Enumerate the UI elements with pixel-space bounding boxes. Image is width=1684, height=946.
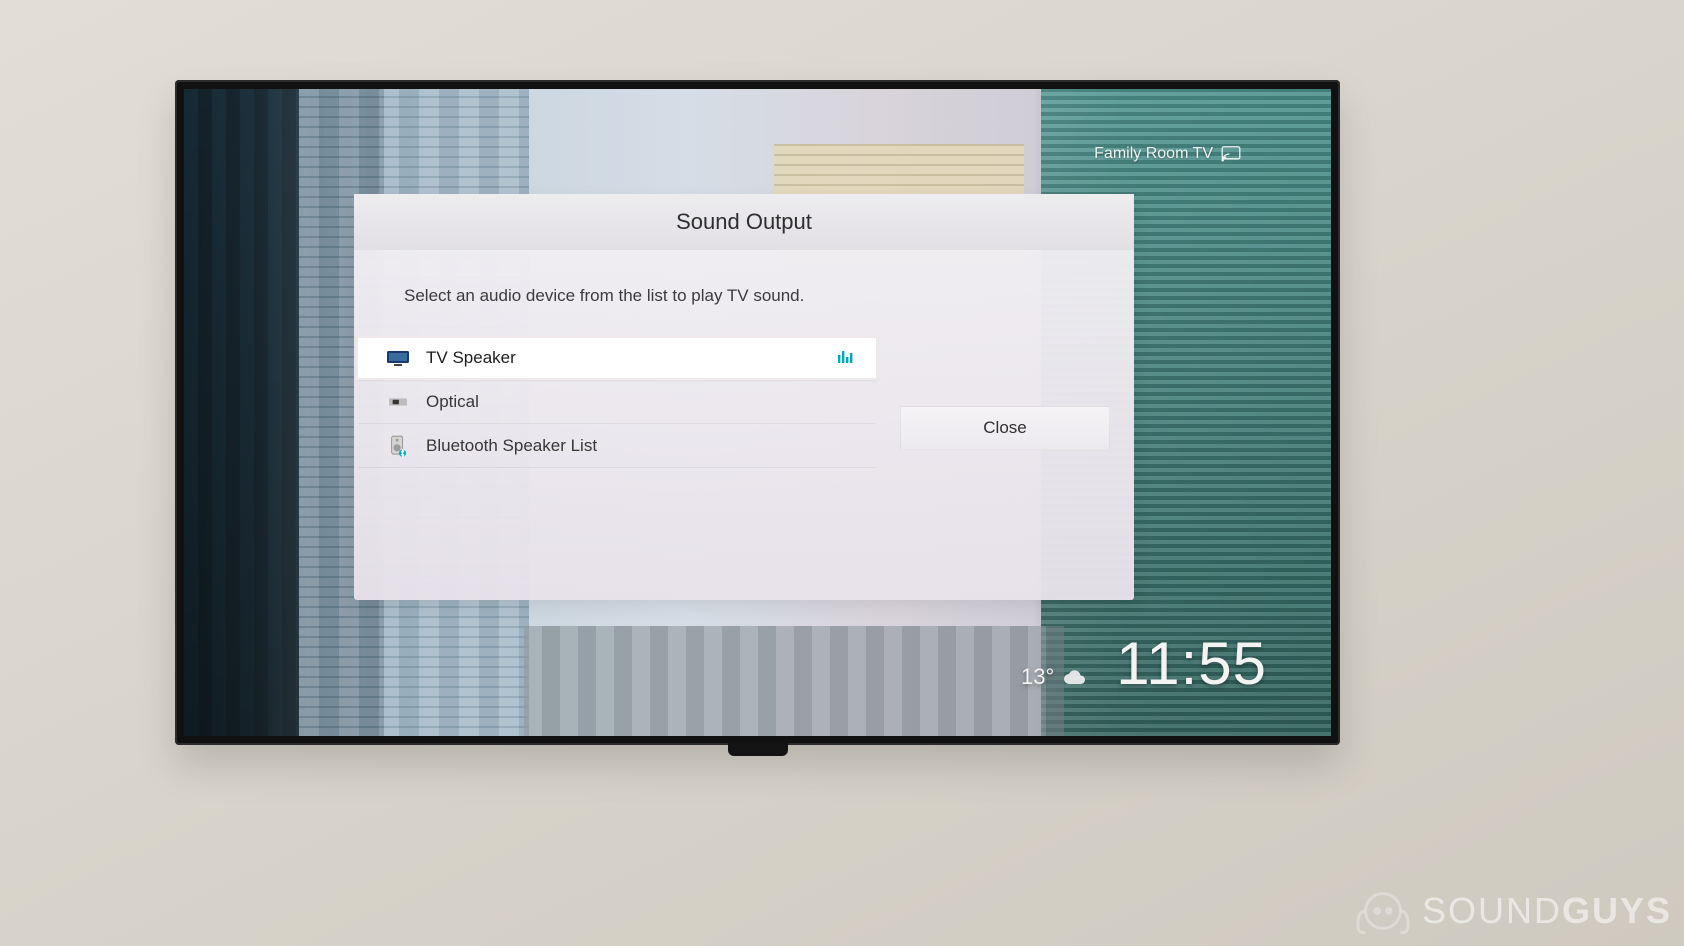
- device-item-bluetooth-list[interactable]: Bluetooth Speaker List: [358, 424, 876, 468]
- device-item-tv-speaker[interactable]: TV Speaker: [356, 336, 878, 380]
- tv-bezel: Family Room TV 13° 11:55 Sound Output: [175, 80, 1340, 745]
- device-label: TV Speaker: [426, 348, 822, 368]
- dialog-description: Select an audio device from the list to …: [354, 250, 1134, 330]
- close-button[interactable]: Close: [900, 406, 1110, 450]
- soundguys-logo-icon: [1354, 882, 1412, 940]
- audio-playing-icon: [838, 349, 854, 368]
- dialog-title: Sound Output: [676, 209, 812, 235]
- bg-building-bottom: [524, 626, 1064, 736]
- cloud-icon: [1062, 667, 1086, 687]
- tv-screen: Family Room TV 13° 11:55 Sound Output: [184, 89, 1331, 736]
- status-bar: 13° 11:55: [1021, 629, 1267, 698]
- device-item-optical[interactable]: Optical: [358, 380, 876, 424]
- device-label: Optical: [426, 392, 854, 412]
- dialog-side-column: Close: [900, 336, 1110, 468]
- optical-icon: [386, 390, 410, 414]
- watermark: SOUNDGUYS: [1354, 882, 1672, 940]
- device-list: TV Speaker: [358, 336, 876, 468]
- watermark-text-b: GUYS: [1562, 890, 1672, 931]
- sound-output-dialog: Sound Output Select an audio device from…: [354, 194, 1134, 600]
- tv-stand-neck: [728, 742, 788, 756]
- tv-icon: [386, 346, 410, 370]
- close-button-label: Close: [983, 418, 1026, 438]
- watermark-text-a: SOUND: [1422, 890, 1562, 931]
- weather-widget: 13°: [1021, 664, 1086, 690]
- dialog-body: TV Speaker: [354, 330, 1134, 468]
- device-label: Bluetooth Speaker List: [426, 436, 854, 456]
- cast-device-indicator: Family Room TV: [1094, 145, 1241, 163]
- dialog-header: Sound Output: [354, 194, 1134, 250]
- bluetooth-speaker-icon: [386, 434, 410, 458]
- cast-device-name: Family Room TV: [1094, 145, 1213, 163]
- temperature-value: 13°: [1021, 664, 1054, 690]
- cast-icon: [1221, 146, 1241, 162]
- clock-time: 11:55: [1116, 629, 1267, 698]
